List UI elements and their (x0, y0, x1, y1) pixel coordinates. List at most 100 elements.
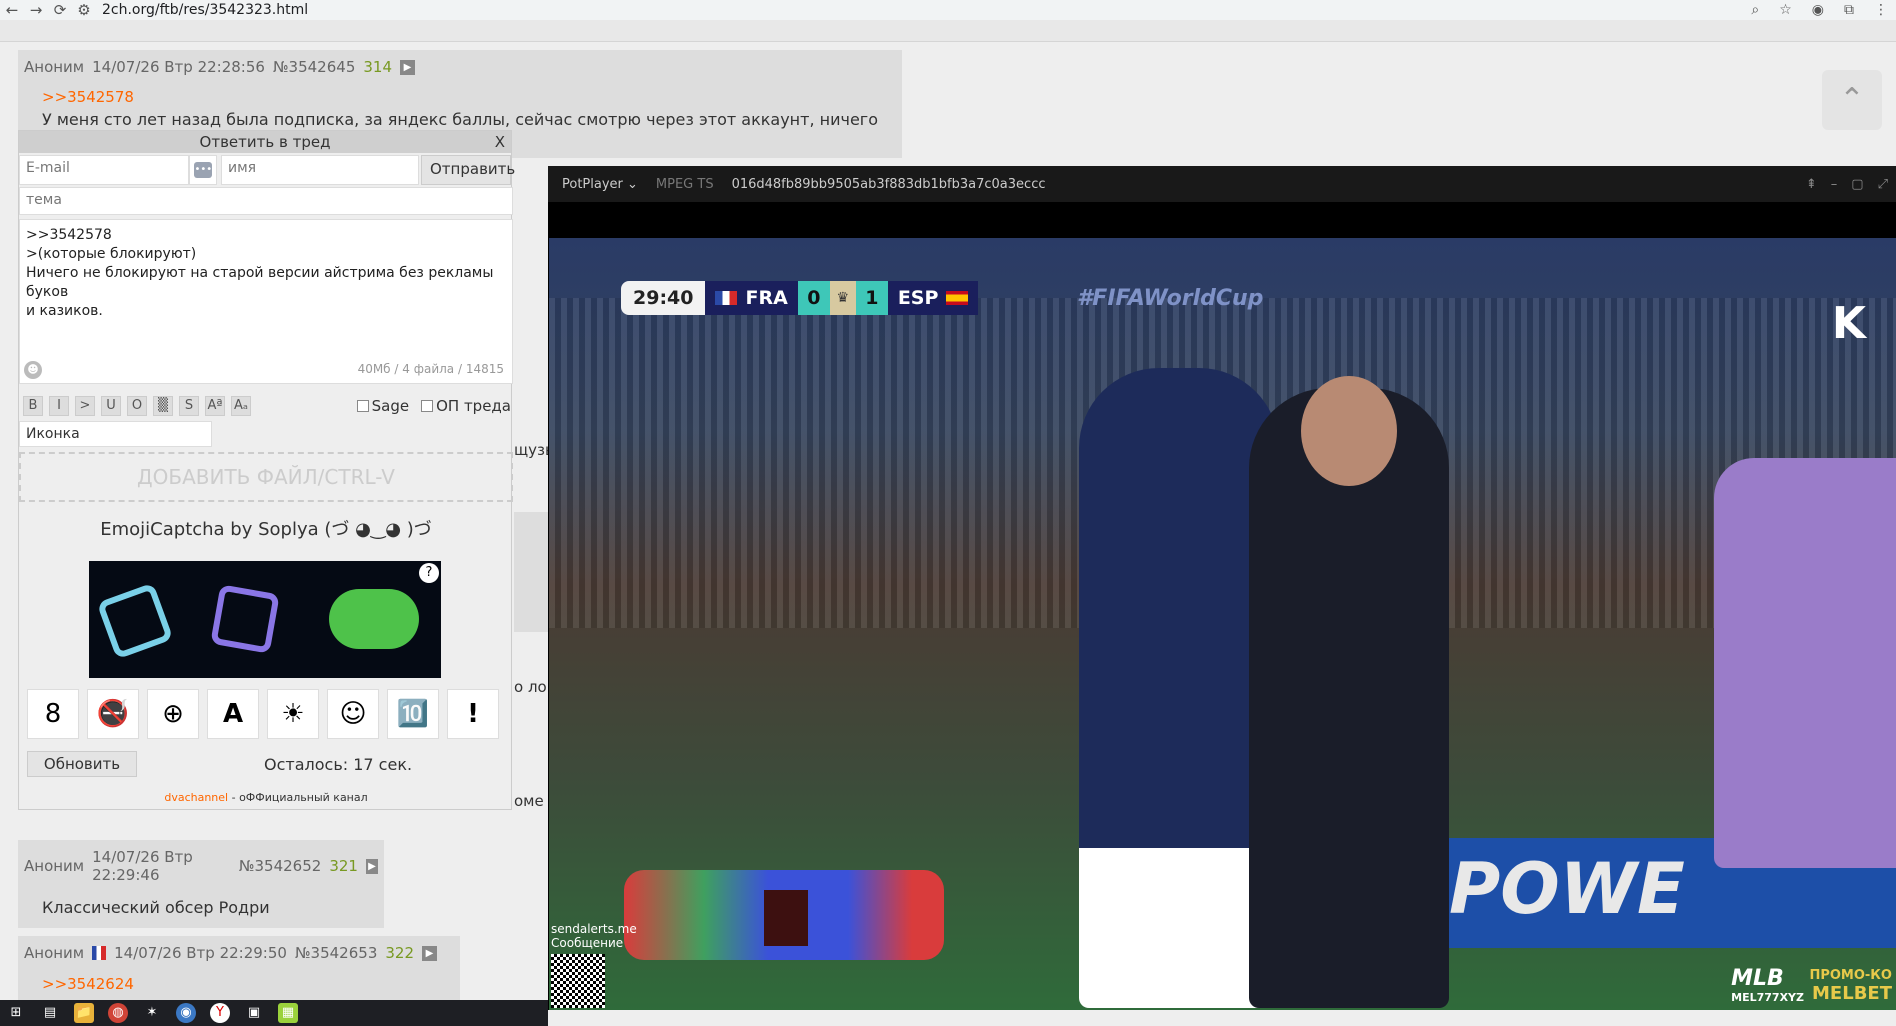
pin-icon[interactable]: ⇞ (1806, 177, 1817, 192)
reply-form-title[interactable]: Ответить в тред X (19, 131, 511, 153)
post-menu-icon[interactable]: ▶ (422, 945, 437, 961)
fullscreen-icon[interactable]: ⤢ (1878, 177, 1888, 192)
post-number[interactable]: №3542645 (273, 58, 355, 76)
donation-overlay: sendalerts.me Сообщение (551, 922, 637, 1008)
emoji-option[interactable]: ☀ (267, 689, 319, 739)
video-frame[interactable]: POWE 29:40 FRA 0 ♛ 1 ESP #FIFAWorldCup K… (549, 238, 1896, 1010)
address-bar[interactable]: 2ch.org/ftb/res/3542323.html (102, 2, 308, 18)
format-toolbar: B I > U O ▒ S Aª Aₐ Sage ОП треда (19, 393, 513, 419)
qr-code (551, 954, 605, 1008)
scoreboard: 29:40 FRA 0 ♛ 1 ESP (621, 281, 979, 315)
hashtag-banner: #FIFAWorldCup (1077, 286, 1264, 311)
message-textarea[interactable]: >>3542578 >(которые блокируют) Ничего не… (19, 219, 513, 384)
coach-head (1301, 376, 1397, 486)
app-icon[interactable]: ✶ (142, 1003, 162, 1023)
sponsor-logo-text: MLB (1731, 966, 1784, 991)
chrome-icon[interactable]: ◍ (108, 1003, 128, 1023)
post-menu-icon[interactable]: ▶ (400, 59, 415, 75)
email-options[interactable]: ••• (189, 155, 218, 185)
dots-icon: ••• (194, 162, 213, 178)
italic-button[interactable]: I (49, 396, 69, 416)
reload-icon[interactable]: ⟳ (48, 1, 72, 19)
browser-separator (0, 20, 1896, 42)
home-score: 0 (797, 281, 830, 315)
extensions-puzzle-icon[interactable]: ⧉ (1844, 2, 1854, 18)
extension-icon[interactable]: ◉ (1812, 2, 1824, 18)
email-field[interactable]: E-mail (19, 155, 190, 185)
emoji-option[interactable]: ⊕ (147, 689, 199, 739)
emoji-option[interactable]: 🔟 (387, 689, 439, 739)
back-icon[interactable]: ← (0, 1, 24, 19)
emoji-option[interactable]: 8 (27, 689, 79, 739)
emoji-option[interactable]: ☺ (327, 689, 379, 739)
subject-field[interactable]: тема (19, 187, 513, 215)
window-controls: ⇞ – ▢ ⤢ (1806, 177, 1896, 192)
player-app-menu[interactable]: PotPlayer ⌄ (562, 177, 638, 192)
add-file-dropzone[interactable]: ДОБАВИТЬ ФАЙЛ/CTRL-V (19, 452, 513, 502)
folder-icon[interactable]: 📁 (74, 1003, 94, 1023)
site-info-icon[interactable]: ⚙ (72, 1, 96, 19)
player-file-name: 016d48fb89bb9505ab3f883db1bfb3a7c0a3eccc (731, 176, 1046, 192)
potplayer-icon[interactable]: ▦ (278, 1003, 298, 1023)
potplayer-window: PotPlayer ⌄ MPEG TS 016d48fb89bb9505ab3f… (548, 166, 1896, 1010)
spoiler-button[interactable]: ▒ (153, 396, 173, 416)
minimize-icon[interactable]: – (1831, 177, 1838, 192)
icon-select[interactable]: Иконка (19, 421, 212, 447)
broadcaster-logo: K (1831, 298, 1866, 349)
emoji-option[interactable]: A (207, 689, 259, 739)
forward-icon[interactable]: → (24, 1, 48, 19)
post-header: Аноним 14/07/26 Втр 22:28:56 №3542645 31… (18, 50, 902, 76)
sticker-icon[interactable]: ☻ (24, 361, 42, 379)
spain-flag-icon (946, 291, 969, 305)
emoji-option[interactable]: 🚭 (87, 689, 139, 739)
emoji-option[interactable]: ! (447, 689, 499, 739)
quote-button[interactable]: > (75, 396, 95, 416)
quote-link[interactable]: >>3542578 (42, 88, 878, 106)
bold-button[interactable]: B (23, 396, 43, 416)
post-menu-icon[interactable]: ▶ (365, 858, 378, 874)
refresh-captcha-button[interactable]: Обновить (27, 751, 137, 777)
emoji-options: 8 🚭 ⊕ A ☀ ☺ 🔟 ! (27, 689, 499, 739)
taskview-icon[interactable]: ▤ (40, 1003, 60, 1023)
maximize-icon[interactable]: ▢ (1851, 177, 1863, 192)
op-option[interactable]: ОП треда (421, 397, 511, 415)
donation-site: sendalerts.me (551, 922, 637, 936)
promo-brand: MELBET (1812, 983, 1892, 1004)
quote-link[interactable]: >>3542624 (42, 975, 134, 993)
player-titlebar[interactable]: PotPlayer ⌄ MPEG TS 016d48fb89bb9505ab3f… (548, 166, 1896, 202)
notepad-icon[interactable]: ▣ (244, 1003, 264, 1023)
subscript-button[interactable]: Aₐ (231, 396, 251, 416)
steam-icon[interactable]: ◉ (176, 1003, 196, 1023)
home-team-name: FRA (745, 287, 788, 309)
post-header: Аноним 14/07/26 Втр 22:29:50 №3542653 32… (18, 936, 460, 962)
sage-checkbox[interactable] (356, 400, 369, 412)
promo-label: ПРОМО-КО (1809, 968, 1892, 983)
send-button[interactable]: Отправить (421, 155, 515, 185)
france-flag-icon (715, 291, 738, 305)
post-author: Аноним (24, 58, 85, 76)
scroll-top-button[interactable]: ⌃ (1822, 70, 1882, 130)
overline-button[interactable]: O (127, 396, 147, 416)
zoom-icon[interactable]: ⌕ (1751, 2, 1759, 18)
channel-link[interactable]: dvachannel (164, 791, 228, 804)
post-number[interactable]: №3542653 (295, 944, 377, 962)
post-count: 321 (329, 857, 358, 875)
post-text: Классический обсер Родри (42, 898, 270, 917)
superscript-button[interactable]: Aª (205, 396, 225, 416)
close-button[interactable]: X (495, 131, 505, 153)
bookmark-star-icon[interactable]: ☆ (1779, 2, 1792, 18)
post-number[interactable]: №3542652 (239, 857, 321, 875)
substitute-bib (1714, 458, 1896, 868)
op-checkbox[interactable] (421, 400, 434, 412)
browser-menu-icon[interactable]: ⋮ (1874, 2, 1888, 18)
sponsor-logo: MLB MEL777XYZ (1731, 966, 1804, 1004)
start-icon[interactable]: ⊞ (6, 1003, 26, 1023)
sage-option[interactable]: Sage (356, 397, 409, 415)
post: Аноним 14/07/26 Втр 22:29:46 №3542652 32… (18, 840, 384, 928)
stream-overlay-inner (764, 890, 808, 946)
strike-button[interactable]: S (179, 396, 199, 416)
name-field[interactable]: имя (221, 155, 419, 185)
captcha-help-icon[interactable]: ? (419, 563, 439, 583)
yandex-icon[interactable]: Y (210, 1003, 230, 1023)
underline-button[interactable]: U (101, 396, 121, 416)
